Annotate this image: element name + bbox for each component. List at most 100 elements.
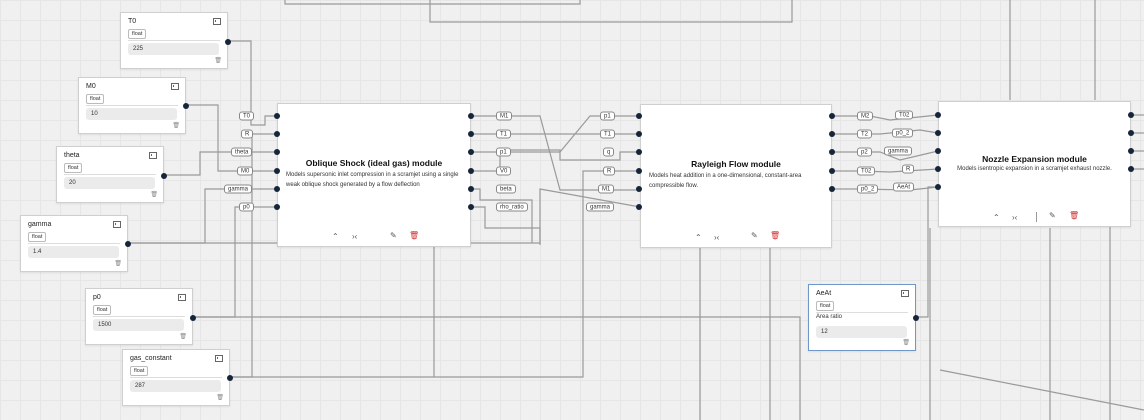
trash-icon[interactable]: 🗑 — [172, 123, 180, 129]
node-title: M0 — [86, 83, 96, 90]
input-port[interactable] — [935, 130, 941, 136]
output-port[interactable] — [829, 131, 835, 137]
divider — [28, 243, 120, 244]
trash-icon[interactable]: 🗑 — [114, 261, 122, 267]
collapse-icon[interactable] — [149, 152, 157, 159]
type-badge: float — [130, 366, 149, 376]
output-port[interactable] — [183, 103, 189, 109]
value-field[interactable]: 1.4 — [28, 246, 119, 258]
value-field[interactable]: 1500 — [93, 319, 184, 331]
delete-icon[interactable]: 🗑 — [770, 232, 780, 240]
module-oblique-shock[interactable]: Oblique Shock (ideal gas) module Models … — [277, 103, 471, 247]
output-port[interactable] — [913, 315, 919, 321]
input-port[interactable] — [636, 149, 642, 155]
compress-icon[interactable]: ›‹ — [1012, 214, 1017, 222]
trash-icon[interactable]: 🗑 — [216, 395, 224, 401]
port-label-gamma: gamma — [224, 184, 253, 194]
input-port[interactable] — [274, 168, 280, 174]
module-title: Oblique Shock (ideal gas) module — [305, 158, 443, 168]
input-port[interactable] — [274, 204, 280, 210]
input-node-gas-constant[interactable]: gas_constant float 287 🗑 — [122, 349, 233, 406]
output-port[interactable] — [468, 113, 474, 119]
output-port[interactable] — [161, 173, 167, 179]
input-port[interactable] — [274, 149, 280, 155]
output-port[interactable] — [468, 168, 474, 174]
compress-icon[interactable]: ›‹ — [352, 233, 357, 241]
pencil-icon[interactable]: ✎ — [1049, 212, 1056, 220]
input-node-theta[interactable]: theta float 20 🗑 — [56, 146, 167, 203]
value-field[interactable]: 10 — [86, 108, 177, 120]
output-port[interactable] — [468, 186, 474, 192]
input-port[interactable] — [274, 131, 280, 137]
input-port[interactable] — [935, 166, 941, 172]
divider — [128, 40, 220, 41]
input-node-p0[interactable]: p0 float 1500 🗑 — [85, 288, 196, 345]
trash-icon[interactable]: 🗑 — [179, 334, 187, 340]
value-field[interactable]: 12 — [816, 326, 907, 338]
port-label-T02: T02 — [857, 166, 876, 176]
pencil-icon[interactable]: ✎ — [751, 232, 758, 240]
value-field[interactable]: 20 — [64, 177, 155, 189]
port-label-gamma: gamma — [586, 202, 615, 212]
chevron-up-icon[interactable]: ⌃ — [695, 234, 702, 242]
value-field[interactable]: 225 — [128, 43, 219, 55]
output-port[interactable] — [190, 315, 196, 321]
module-title: Nozzle Expansion module — [982, 154, 1087, 164]
compress-icon[interactable]: ›‹ — [714, 234, 719, 242]
output-port[interactable] — [1128, 130, 1134, 136]
input-port[interactable] — [935, 184, 941, 190]
output-port[interactable] — [227, 375, 233, 381]
output-port[interactable] — [125, 241, 131, 247]
output-port[interactable] — [1128, 112, 1134, 118]
collapse-icon[interactable] — [901, 290, 909, 297]
input-node-AeAt[interactable]: AeAt float Area ratio 12 🗑 — [808, 284, 919, 351]
output-port[interactable] — [1128, 166, 1134, 172]
module-rayleigh-flow[interactable]: Rayleigh Flow module Models heat additio… — [640, 104, 832, 248]
output-port[interactable] — [468, 149, 474, 155]
type-badge: float — [86, 94, 105, 104]
output-port[interactable] — [829, 149, 835, 155]
input-port[interactable] — [935, 148, 941, 154]
collapse-icon[interactable] — [178, 294, 186, 301]
trash-icon[interactable]: 🗑 — [902, 340, 910, 346]
input-node-T0[interactable]: T0 float 225 🗑 — [120, 12, 231, 69]
module-nozzle-expansion[interactable]: Nozzle Expansion module Models isentropi… — [938, 101, 1131, 227]
input-port[interactable] — [636, 131, 642, 137]
input-port[interactable] — [274, 113, 280, 119]
input-port[interactable] — [274, 186, 280, 192]
pencil-icon[interactable]: ✎ — [390, 232, 397, 240]
port-label-M1: M1 — [496, 111, 513, 121]
output-port[interactable] — [1128, 148, 1134, 154]
output-port[interactable] — [829, 168, 835, 174]
input-node-gamma[interactable]: gamma float 1.4 🗑 — [20, 215, 131, 272]
collapse-icon[interactable] — [215, 355, 223, 362]
output-port[interactable] — [468, 131, 474, 137]
delete-icon[interactable]: 🗑 — [409, 232, 419, 240]
output-port[interactable] — [468, 204, 474, 210]
chevron-up-icon[interactable]: ⌃ — [993, 214, 1000, 222]
port-label-p0-2: p0_2 — [892, 128, 914, 138]
divider — [86, 105, 178, 106]
input-port[interactable] — [636, 186, 642, 192]
input-port[interactable] — [636, 204, 642, 210]
output-port[interactable] — [225, 39, 231, 45]
collapse-icon[interactable] — [171, 83, 179, 90]
input-port[interactable] — [935, 112, 941, 118]
input-port[interactable] — [636, 113, 642, 119]
output-port[interactable] — [829, 186, 835, 192]
trash-icon[interactable]: 🗑 — [214, 58, 222, 64]
input-port[interactable] — [636, 168, 642, 174]
module-description: Models isentropic expansion in a scramje… — [957, 166, 1112, 172]
port-label-AeAt: AeAt — [893, 182, 915, 192]
collapse-icon[interactable] — [113, 221, 121, 228]
port-label-p2: p2 — [857, 147, 872, 157]
collapse-icon[interactable] — [213, 18, 221, 25]
chevron-up-icon[interactable]: ⌃ — [332, 233, 339, 241]
trash-icon[interactable]: 🗑 — [150, 192, 158, 198]
port-label-V0: V0 — [496, 166, 512, 176]
output-port[interactable] — [829, 113, 835, 119]
port-label-rho-ratio: rho_ratio — [496, 202, 528, 212]
input-node-M0[interactable]: M0 float 10 🗑 — [78, 77, 189, 134]
value-field[interactable]: 287 — [130, 380, 221, 392]
delete-icon[interactable]: 🗑 — [1069, 212, 1079, 220]
